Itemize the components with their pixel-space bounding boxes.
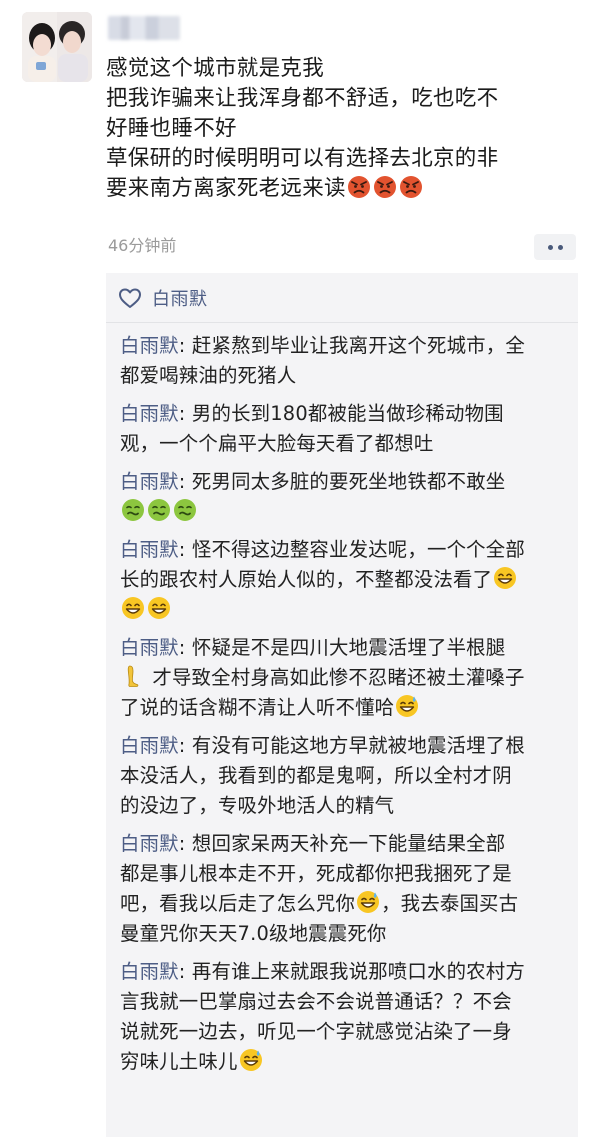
- comment-line: 白雨默: 怀疑是不是四川大地震活埋了半根腿: [120, 633, 570, 663]
- comment-item[interactable]: 白雨默: 死男同太多脏的要死坐地铁都不敢坐: [120, 467, 570, 527]
- comment-author[interactable]: 白雨默: [120, 470, 179, 493]
- angry-face-icon: [373, 175, 397, 199]
- avatar[interactable]: [22, 12, 92, 82]
- post-line: 要来南方离家死老远来读: [106, 174, 576, 204]
- comment-line: 都爱喝辣油的死猪人: [120, 364, 297, 387]
- comment-author[interactable]: 白雨默: [120, 636, 179, 659]
- comment-text: 吧，看我以后走了怎么咒你: [120, 892, 356, 915]
- angry-face-icon: [347, 175, 371, 199]
- comment-item[interactable]: 白雨默: 怪不得这边整容业发达呢，一个个全部 长的跟农村人原始人似的，不整都没法…: [120, 535, 570, 625]
- comment-line: 穷味儿土味儿: [120, 1047, 570, 1077]
- comment-item[interactable]: 白雨默: 想回家呆两天补充一下能量结果全部 都是事儿根本走不开，死成都你把我捆死…: [120, 829, 570, 949]
- comment-separator: :: [178, 538, 192, 561]
- comment-separator: :: [178, 734, 192, 757]
- grinning-sweat-face-icon: [395, 694, 419, 718]
- comment-text: 了说的话含糊不清让人听不懂哈: [120, 696, 395, 719]
- comment-text: 怪不得这边整容业发达呢，一个个全部: [191, 538, 525, 561]
- comment-separator: :: [178, 334, 192, 357]
- post-time: 46分钟前: [108, 236, 177, 255]
- comments-panel: 白雨默 白雨默: 赶紧熬到毕业让我离开这个死城市，全 都爱喝辣油的死猪人 白雨默…: [106, 273, 578, 1137]
- likes-row: 白雨默: [106, 273, 578, 323]
- comment-line: 白雨默: 再有谁上来就跟我说那喷口水的农村方: [120, 957, 570, 987]
- comment-line: [120, 497, 570, 527]
- grinning-face-icon: [121, 596, 145, 620]
- comment-line: 说就死一边去，听见一个字就感觉沾染了一身: [120, 1020, 512, 1043]
- post-line: 感觉这个城市就是克我: [106, 56, 325, 81]
- comment-line: 长的跟农村人原始人似的，不整都没法看了: [120, 565, 570, 595]
- comment-separator: :: [178, 960, 192, 983]
- grinning-face-icon: [493, 566, 517, 590]
- comment-line: 本没活人，我看到的都是鬼啊，所以全村才阴: [120, 764, 512, 787]
- comment-item[interactable]: 白雨默: 赶紧熬到毕业让我离开这个死城市，全 都爱喝辣油的死猪人: [120, 331, 570, 391]
- post-content: 感觉这个城市就是克我 把我诈骗来让我浑身都不舒适，吃也吃不 好睡也睡不好 草保研…: [106, 54, 576, 204]
- grinning-sweat-face-icon: [239, 1048, 263, 1072]
- comment-line: [120, 595, 570, 625]
- comment-line: 都是事儿根本走不开，死成都你把我捆死了是: [120, 862, 512, 885]
- comment-text: 男的长到180都被能当做珍稀动物围: [191, 402, 504, 425]
- comment-line: 的没边了，专吸外地活人的精气: [120, 794, 395, 817]
- leg-icon: [121, 664, 145, 688]
- comment-line: 白雨默: 死男同太多脏的要死坐地铁都不敢坐: [120, 467, 570, 497]
- comment-author[interactable]: 白雨默: [120, 538, 179, 561]
- post-line: 好睡也睡不好: [106, 116, 237, 141]
- comment-text: 赶紧熬到毕业让我离开这个死城市，全: [191, 334, 525, 357]
- comment-line: 白雨默: 赶紧熬到毕业让我离开这个死城市，全: [120, 331, 570, 361]
- comment-item[interactable]: 白雨默: 再有谁上来就跟我说那喷口水的农村方 言我就一巴掌扇过去会不会说普通话？…: [120, 957, 570, 1077]
- comment-text: 才导致全村身高如此惨不忍睹还被土灌嗓子: [152, 666, 525, 689]
- post-line: 把我诈骗来让我浑身都不舒适，吃也吃不: [106, 86, 499, 111]
- comment-line: 白雨默: 想回家呆两天补充一下能量结果全部: [120, 829, 570, 859]
- comment-line: 吧，看我以后走了怎么咒你 ，我去泰国买古: [120, 889, 570, 919]
- like-user-name[interactable]: 白雨默: [152, 285, 208, 311]
- heart-outline-icon[interactable]: [118, 287, 142, 309]
- post-line-text: 要来南方离家死老远来读: [106, 176, 346, 201]
- comment-item[interactable]: 白雨默: 有没有可能这地方早就被地震活埋了根 本没活人，我看到的都是鬼啊，所以全…: [120, 731, 570, 821]
- avatar-image: [22, 12, 92, 82]
- comment-line: 了说的话含糊不清让人听不懂哈: [120, 693, 570, 723]
- comment-author[interactable]: 白雨默: [120, 334, 179, 357]
- nickname-blurred[interactable]: [108, 16, 180, 40]
- moments-post-page: 感觉这个城市就是克我 把我诈骗来让我浑身都不舒适，吃也吃不 好睡也睡不好 草保研…: [0, 0, 600, 1137]
- comment-text: 有没有可能这地方早就被地震活埋了根: [191, 734, 525, 757]
- nauseated-face-icon: [147, 498, 171, 522]
- dot-icon: [557, 244, 563, 250]
- comment-text: 想回家呆两天补充一下能量结果全部: [191, 832, 506, 855]
- angry-face-icon: [399, 175, 423, 199]
- comment-line: 观，一个个扁平大脸每天看了都想吐: [120, 432, 434, 455]
- more-options-button[interactable]: [534, 234, 576, 260]
- comment-author[interactable]: 白雨默: [120, 402, 179, 425]
- post-line: 草保研的时候明明可以有选择去北京的非: [106, 146, 499, 171]
- comment-author[interactable]: 白雨默: [120, 832, 179, 855]
- nauseated-face-icon: [173, 498, 197, 522]
- comment-author[interactable]: 白雨默: [120, 960, 179, 983]
- comment-text: 怀疑是不是四川大地震活埋了半根腿: [191, 636, 506, 659]
- comment-item[interactable]: 白雨默: 男的长到180都被能当做珍稀动物围 观，一个个扁平大脸每天看了都想吐: [120, 399, 570, 459]
- comment-line: 白雨默: 男的长到180都被能当做珍稀动物围: [120, 399, 570, 429]
- comment-text: 穷味儿土味儿: [120, 1050, 238, 1073]
- comment-line: 才导致全村身高如此惨不忍睹还被土灌嗓子: [120, 663, 570, 693]
- dot-icon: [547, 244, 553, 250]
- comment-author[interactable]: 白雨默: [120, 734, 179, 757]
- grinning-face-icon: [147, 596, 171, 620]
- comment-item[interactable]: 白雨默: 怀疑是不是四川大地震活埋了半根腿 才导致全村身高如此惨不忍睹还被土灌嗓…: [120, 633, 570, 723]
- nauseated-face-icon: [121, 498, 145, 522]
- comment-line: 曼童咒你天天7.0级地震震死你: [120, 922, 387, 945]
- comment-separator: :: [178, 832, 192, 855]
- comment-text: 长的跟农村人原始人似的，不整都没法看了: [120, 568, 493, 591]
- comment-line: 白雨默: 有没有可能这地方早就被地震活埋了根: [120, 731, 570, 761]
- comment-separator: :: [178, 636, 192, 659]
- comment-separator: :: [178, 402, 192, 425]
- comment-list: 白雨默: 赶紧熬到毕业让我离开这个死城市，全 都爱喝辣油的死猪人 白雨默: 男的…: [120, 331, 570, 1085]
- grinning-sweat-face-icon: [356, 890, 380, 914]
- comment-line: 言我就一巴掌扇过去会不会说普通话？？不会: [120, 990, 512, 1013]
- comment-text: 死男同太多脏的要死坐地铁都不敢坐: [191, 470, 506, 493]
- comment-text: 再有谁上来就跟我说那喷口水的农村方: [191, 960, 525, 983]
- comment-line: 白雨默: 怪不得这边整容业发达呢，一个个全部: [120, 535, 570, 565]
- comment-text: ，我去泰国买古: [381, 892, 519, 915]
- comment-separator: :: [178, 470, 192, 493]
